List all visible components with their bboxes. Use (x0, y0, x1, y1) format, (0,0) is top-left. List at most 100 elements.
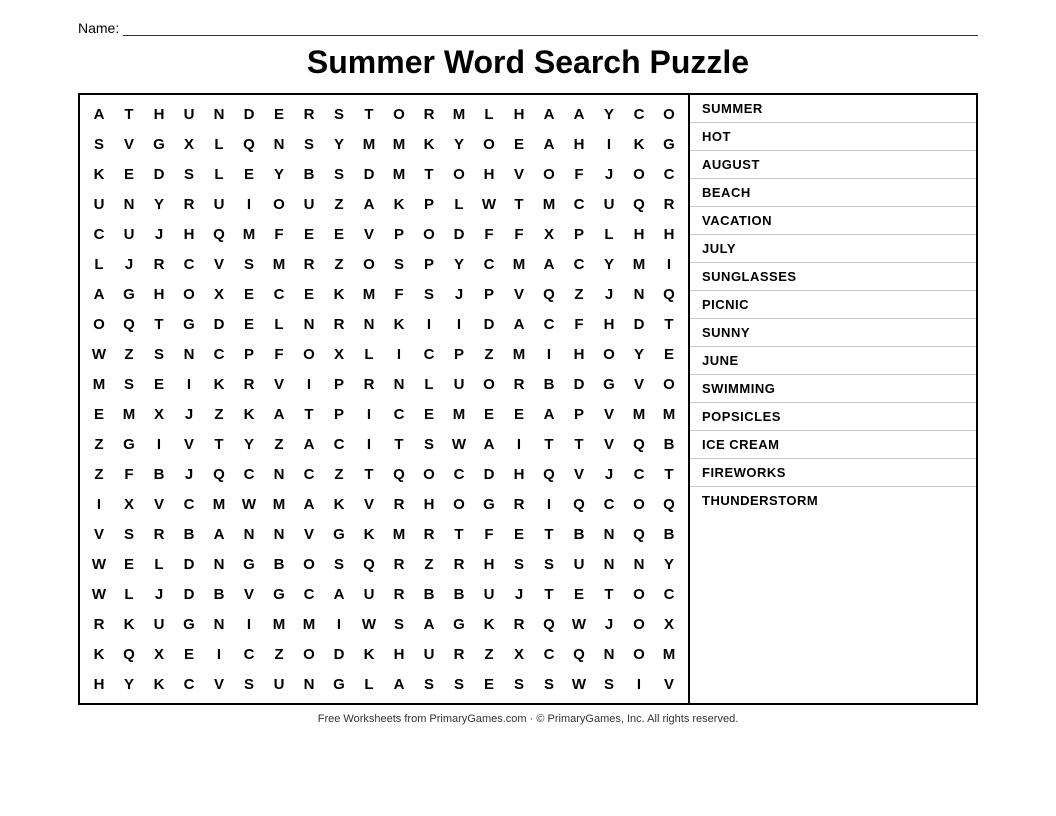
grid-cell: G (174, 309, 204, 339)
grid-cell: S (534, 549, 564, 579)
grid-cell: G (264, 579, 294, 609)
grid-cell: Y (594, 249, 624, 279)
grid-cell: B (534, 369, 564, 399)
grid-cell: C (204, 339, 234, 369)
grid-cell: P (324, 369, 354, 399)
grid-cell: E (564, 579, 594, 609)
grid-cell: B (564, 519, 594, 549)
grid-cell: V (504, 159, 534, 189)
grid-cell: C (534, 309, 564, 339)
grid-cell: X (174, 129, 204, 159)
puzzle-container: ATHUNDERSTORMLHAAYCOSVGXLQNSYMMKYOEAHIKG… (78, 93, 978, 705)
grid-cell: J (594, 609, 624, 639)
grid-cell: L (144, 549, 174, 579)
grid-cell: E (294, 279, 324, 309)
grid-cell: Y (144, 189, 174, 219)
grid-cell: N (294, 669, 324, 699)
grid-cell: A (294, 489, 324, 519)
grid-cell: L (84, 249, 114, 279)
grid-cell: S (234, 249, 264, 279)
grid-cell: O (444, 159, 474, 189)
grid-cell: C (564, 249, 594, 279)
grid-cell: F (474, 219, 504, 249)
grid-cell: R (354, 369, 384, 399)
grid-cell: P (564, 399, 594, 429)
grid-cell: L (204, 159, 234, 189)
grid-cell: D (174, 549, 204, 579)
grid-cell: I (84, 489, 114, 519)
grid-cell: V (234, 579, 264, 609)
grid-cell: C (294, 459, 324, 489)
grid-cell: M (504, 249, 534, 279)
grid-cell: I (534, 339, 564, 369)
grid-cell: Q (204, 459, 234, 489)
grid-cell: N (594, 519, 624, 549)
grid-cell: G (474, 489, 504, 519)
grid-cell: I (204, 639, 234, 669)
grid-cell: L (414, 369, 444, 399)
grid-cell: R (294, 99, 324, 129)
grid-cell: D (474, 309, 504, 339)
grid-cell: H (174, 219, 204, 249)
grid-cell: L (354, 339, 384, 369)
grid-cell: W (444, 429, 474, 459)
grid-cell: C (264, 279, 294, 309)
grid-cell: K (324, 279, 354, 309)
grid-cell: E (474, 669, 504, 699)
grid-cell: K (114, 609, 144, 639)
grid-cell: S (504, 669, 534, 699)
grid-cell: O (474, 369, 504, 399)
word-list-section: SUMMERHOTAUGUSTBEACHVACATIONJULYSUNGLASS… (690, 95, 976, 703)
grid-cell: D (564, 369, 594, 399)
grid-cell: L (204, 129, 234, 159)
grid-cell: F (264, 219, 294, 249)
grid-cell: K (354, 639, 384, 669)
grid-cell: T (354, 99, 384, 129)
grid-cell: G (114, 429, 144, 459)
grid-cell: D (324, 639, 354, 669)
grid-cell: S (324, 159, 354, 189)
grid-cell: I (444, 309, 474, 339)
grid-cell: P (414, 189, 444, 219)
word-list-item: PICNIC (690, 291, 976, 319)
grid-cell: D (174, 579, 204, 609)
grid-cell: M (384, 129, 414, 159)
grid-cell: I (324, 609, 354, 639)
grid-cell: A (294, 429, 324, 459)
grid-cell: U (414, 639, 444, 669)
grid-cell: T (654, 459, 684, 489)
grid-cell: T (444, 519, 474, 549)
grid-cell: C (654, 159, 684, 189)
grid-cell: J (504, 579, 534, 609)
grid-cell: A (534, 129, 564, 159)
grid-cell: G (324, 519, 354, 549)
grid-cell: S (114, 519, 144, 549)
grid-cell: K (234, 399, 264, 429)
grid-cell: G (174, 609, 204, 639)
grid-cell: O (534, 159, 564, 189)
grid-cell: R (324, 309, 354, 339)
grid-cell: T (384, 429, 414, 459)
grid-cell: C (234, 639, 264, 669)
grid-cell: U (174, 99, 204, 129)
grid-cell: E (234, 279, 264, 309)
grid-cell: Q (534, 279, 564, 309)
grid-cell: Z (324, 459, 354, 489)
grid-cell: X (204, 279, 234, 309)
grid-cell: U (594, 189, 624, 219)
grid-cell: K (474, 609, 504, 639)
grid-cell: Q (564, 489, 594, 519)
grid-cell: C (174, 249, 204, 279)
grid-cell: O (624, 639, 654, 669)
grid-cell: A (564, 99, 594, 129)
grid-cell: X (504, 639, 534, 669)
grid-cell: M (114, 399, 144, 429)
word-list-item: SUNGLASSES (690, 263, 976, 291)
grid-cell: Q (234, 129, 264, 159)
grid-cell: O (444, 489, 474, 519)
grid-cell: Y (324, 129, 354, 159)
grid-cell: Z (84, 459, 114, 489)
name-line: Name: (78, 18, 978, 36)
grid-cell: P (234, 339, 264, 369)
grid-cell: N (204, 549, 234, 579)
